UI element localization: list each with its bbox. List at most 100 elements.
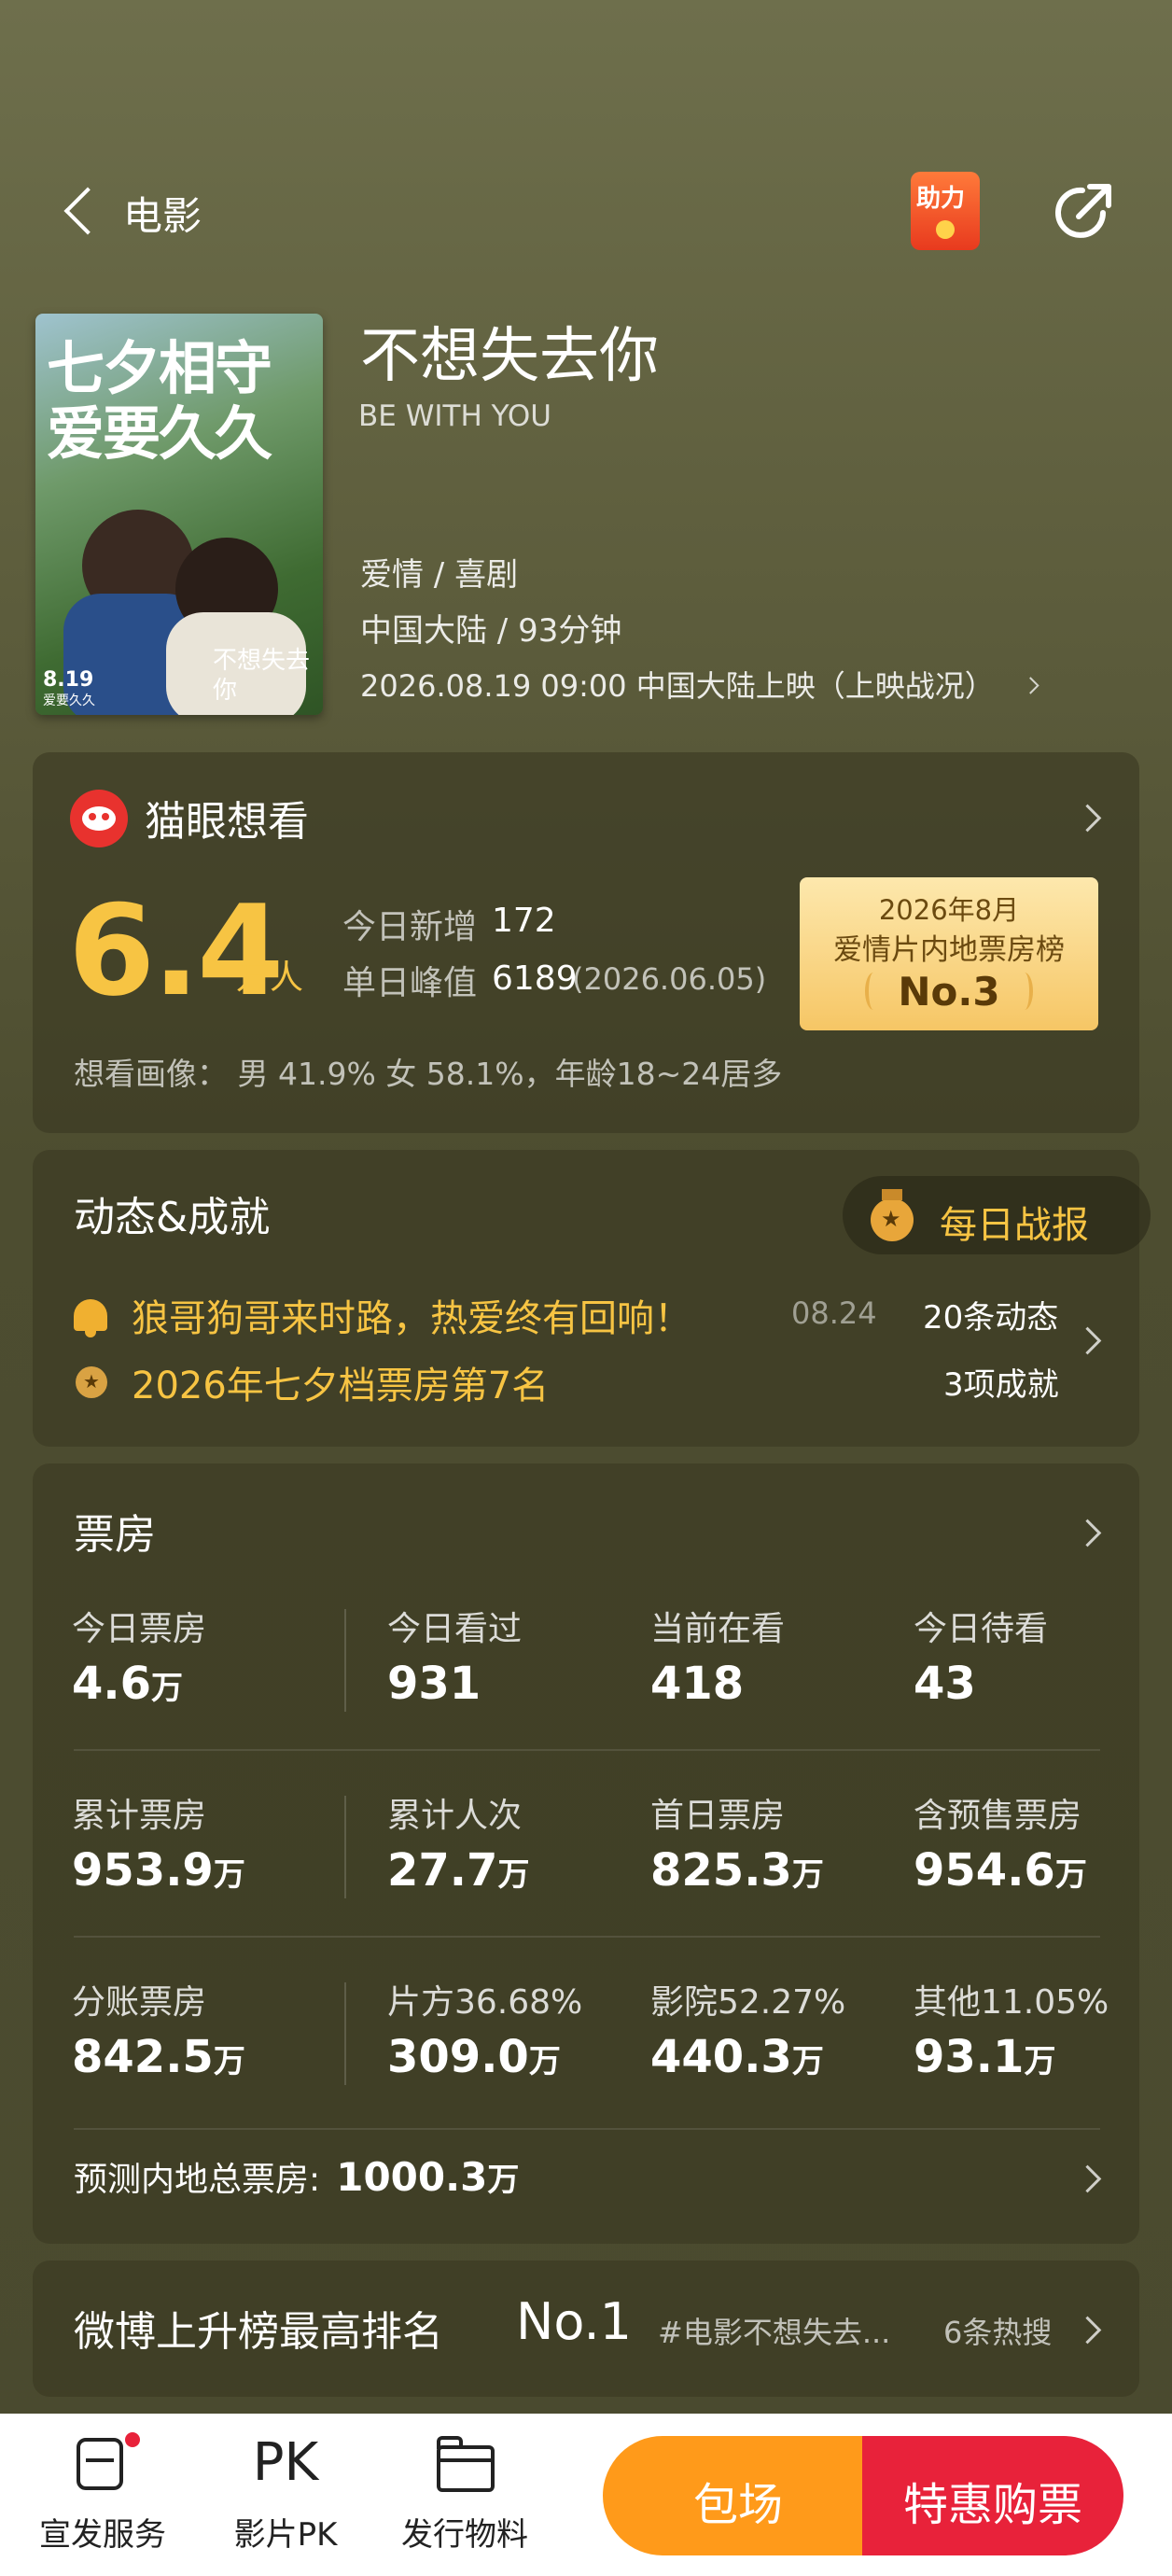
- bottom-item-materials[interactable]: 发行物料: [390, 2414, 539, 2576]
- release-info-link[interactable]: 2026.08.19 09:00 中国大陆上映（上映战况）: [360, 663, 1107, 709]
- movie-poster[interactable]: 七夕相守 爱要久久 8.19 爱要久久 不想失去你: [35, 314, 323, 715]
- forecast-value: 1000.3: [336, 2154, 488, 2200]
- stat-label: 累计票房: [72, 1797, 207, 1835]
- maoyan-logo-icon: [70, 790, 128, 847]
- weibo-card[interactable]: 微博上升榜最高排名 No.1 #电影不想失去... 6条热搜: [33, 2261, 1139, 2397]
- column-divider: [344, 1796, 346, 1898]
- boxoffice-cell: 分账票房 842.5万: [72, 1975, 245, 2083]
- boxoffice-cell: 今日票房 4.6万: [72, 1602, 206, 1710]
- boxoffice-card[interactable]: 票房 今日票房 4.6万 今日看过 931 当前在看 418 今日待看 43 累…: [33, 1463, 1139, 2244]
- back-button[interactable]: 电影: [56, 175, 243, 243]
- pk-icon: PK: [252, 2432, 319, 2493]
- forecast-unit: 万: [487, 2162, 520, 2199]
- share-button[interactable]: [1047, 177, 1118, 248]
- poster-title-line2: 爱要久久: [47, 399, 272, 468]
- movie-release: 2026.08.19 09:00 中国大陆上映（上映战况）: [360, 668, 995, 704]
- stat-label: 今日看过: [387, 1610, 523, 1648]
- stat-unit: 万: [151, 1670, 184, 1707]
- cat-eye-left: [89, 813, 96, 820]
- chevron-left-icon: [63, 187, 112, 235]
- want-to-see-card[interactable]: 猫眼想看 6.4 万人 今日新增 172 单日峰值 6189 (2026.06.…: [33, 752, 1139, 1133]
- stat-value: 953.9: [72, 1844, 214, 1897]
- service-icon-line: [86, 2458, 114, 2462]
- stat-value: 440.3: [650, 2031, 792, 2083]
- column-divider: [344, 1982, 346, 2085]
- boxoffice-cell: 其他11.05% 93.1万: [914, 1975, 1109, 2083]
- rank-value: No.3: [898, 969, 1000, 1015]
- stat-value: 418: [650, 1658, 745, 1710]
- buy-ticket-button[interactable]: 特惠购票: [862, 2436, 1123, 2555]
- forecast-row[interactable]: 预测内地总票房: 1000.3万: [74, 2152, 1109, 2218]
- stat-label: 今日待看: [914, 1610, 1049, 1648]
- stat-label: 影院52.27%: [650, 1983, 846, 2022]
- news-item2-text[interactable]: 2026年七夕档票房第7名: [132, 1355, 549, 1409]
- stat-unit: 万: [791, 1856, 824, 1894]
- bell-clapper: [85, 1331, 96, 1337]
- rank-badge[interactable]: 2026年8月 爱情片内地票房榜 No.3: [800, 877, 1098, 1030]
- assist-button[interactable]: 助力: [911, 172, 980, 250]
- medal-icon: ★: [871, 1189, 914, 1241]
- news-item1-text[interactable]: 狼哥狗哥来时路，热爱终有回响！: [132, 1288, 691, 1342]
- bottom-bar: 宣发服务 PK 影片PK 发行物料 包场 特惠购票: [0, 2414, 1172, 2576]
- folder-line: [440, 2458, 491, 2462]
- laurel-right-icon: [1016, 973, 1033, 1010]
- news-card[interactable]: 动态&成就 ★ 每日战报 狼哥狗哥来时路，热爱终有回响！ 08.24 20条动态…: [33, 1150, 1151, 1447]
- stat-value: 954.6: [914, 1844, 1055, 1897]
- peak-label: 单日峰值: [342, 964, 478, 1002]
- movie-region-duration: 中国大陆 / 93分钟: [360, 612, 622, 650]
- stat-label: 分账票房: [72, 1983, 207, 2022]
- poster-date-sub: 爱要久久: [43, 693, 95, 708]
- boxoffice-cell: 含预售票房 954.6万: [914, 1788, 1087, 1897]
- row-divider: [74, 2128, 1100, 2130]
- buy-label: 特惠购票: [902, 2479, 1082, 2531]
- stat-label: 含预售票房: [914, 1797, 1082, 1835]
- stat-label: 当前在看: [650, 1610, 786, 1648]
- stat-value: 931: [387, 1658, 481, 1710]
- boxoffice-title: 票房: [74, 1511, 156, 1559]
- stat-value: 842.5: [72, 2031, 214, 2083]
- news-item2-count: 3项成就: [943, 1366, 1059, 1404]
- chevron-right-icon: [1073, 804, 1102, 833]
- peak-date: (2026.06.05): [572, 961, 767, 997]
- folder-tab: [437, 2436, 463, 2449]
- book-screening-button[interactable]: 包场: [603, 2436, 873, 2555]
- stat-unit: 万: [1054, 1856, 1087, 1894]
- stat-value: 43: [914, 1658, 976, 1710]
- news-item1-count: 20条动态: [923, 1299, 1059, 1337]
- medal-small-icon: ★: [76, 1366, 107, 1398]
- cat-eye-right: [102, 813, 109, 820]
- chevron-right-icon: [1073, 2164, 1102, 2193]
- boxoffice-cell: 累计人次 27.7万: [387, 1788, 529, 1897]
- daily-report-button[interactable]: ★ 每日战报: [843, 1176, 1151, 1254]
- bottom-item-pk[interactable]: PK 影片PK: [211, 2414, 360, 2576]
- bottom-item-label: 影片PK: [233, 2516, 338, 2554]
- stat-value: 309.0: [387, 2031, 529, 2083]
- row-divider: [74, 1936, 1100, 1938]
- folder-icon: [437, 2436, 495, 2492]
- peak-value: 6189: [492, 959, 578, 998]
- poster-date: 8.19: [43, 668, 94, 692]
- forecast-label: 预测内地总票房:: [74, 2161, 321, 2199]
- stat-label: 累计人次: [387, 1797, 523, 1835]
- stat-unit: 万: [528, 2043, 561, 2080]
- stat-label: 片方36.68%: [387, 1983, 583, 2022]
- weibo-hot: 6条热搜: [943, 2315, 1053, 2350]
- boxoffice-cell: 片方36.68% 309.0万: [387, 1975, 582, 2083]
- medal-ribbon: [882, 1189, 902, 1200]
- poster-logo: 不想失去你: [213, 647, 311, 705]
- bottom-item-label: 宣发服务: [39, 2516, 166, 2554]
- boxoffice-cell: 影院52.27% 440.3万: [650, 1975, 845, 2083]
- row-divider: [74, 1749, 1100, 1751]
- boxoffice-cell: 首日票房 825.3万: [650, 1788, 824, 1897]
- daily-report-label: 每日战报: [940, 1204, 1089, 1247]
- movie-english-title: BE WITH YOU: [358, 399, 551, 433]
- stat-unit: 万: [791, 2043, 824, 2080]
- bottom-item-service[interactable]: 宣发服务: [28, 2414, 177, 2576]
- today-new-label: 今日新增: [342, 908, 478, 946]
- want-title: 猫眼想看: [145, 798, 309, 846]
- star-glyph: ★: [83, 1370, 100, 1393]
- share-icon: [1055, 184, 1111, 238]
- coin-icon: [936, 220, 955, 239]
- rank-name: 爱情片内地票房榜: [833, 933, 1065, 967]
- stat-unit: 万: [497, 1856, 530, 1894]
